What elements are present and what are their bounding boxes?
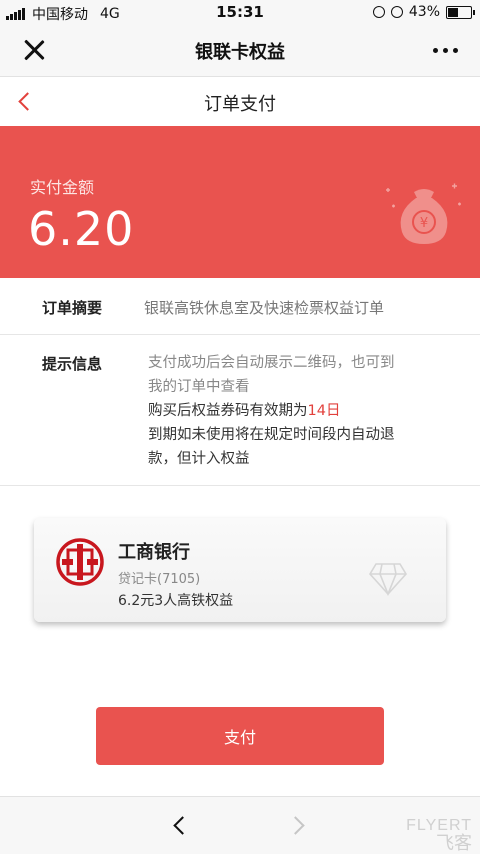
status-right: 43% xyxy=(372,4,475,20)
amount-value: 6.20 xyxy=(28,202,135,256)
watermark-line-2: 飞客 xyxy=(436,833,472,853)
card-benefit: 6.2元3人高铁权益 xyxy=(118,593,234,609)
status-bar: 中国移动 4G 15:31 43% xyxy=(0,0,480,24)
money-bag-icon: ¥ xyxy=(386,183,461,244)
more-icon[interactable] xyxy=(433,48,458,53)
diamond-icon xyxy=(369,563,407,596)
tip-line-2: 我的订单中查看 xyxy=(148,379,250,395)
page-title: 订单支付 xyxy=(204,94,276,115)
order-summary: 订单摘要 银联高铁休息室及快速检票权益订单 xyxy=(0,278,480,335)
order-summary-value: 银联高铁休息室及快速检票权益订单 xyxy=(144,299,385,317)
tip-line-3: 购买后权益券码有效期为14日 xyxy=(148,399,428,423)
app-bar: 银联卡权益 xyxy=(0,24,480,77)
rotation-lock-icon xyxy=(372,6,385,18)
back-icon[interactable] xyxy=(12,87,40,115)
tips-section: 提示信息 支付成功后会自动展示二维码，也可到 我的订单中查看 购买后权益券码有效… xyxy=(0,335,480,486)
watermark: FLYERT 飞客 xyxy=(406,817,472,853)
amount-banner: 实付金额 6.20 ¥ xyxy=(0,126,480,278)
battery-fill xyxy=(448,7,459,17)
tip-line-1: 支付成功后会自动展示二维码，也可到 xyxy=(148,355,395,371)
tip-validity-days: 14日 xyxy=(307,403,341,419)
alarm-icon xyxy=(390,6,403,18)
battery-icon xyxy=(446,5,475,19)
order-summary-label: 订单摘要 xyxy=(42,299,103,317)
tips-label: 提示信息 xyxy=(42,355,103,373)
tip-line-5: 款，但计入权益 xyxy=(148,451,250,467)
card-type: 贷记卡(7105) xyxy=(118,572,201,587)
watermark-line-1: FLYERT xyxy=(406,817,472,834)
bottom-nav: FLYERT 飞客 xyxy=(0,796,480,854)
page-nav: 订单支付 xyxy=(0,77,480,127)
close-icon[interactable] xyxy=(22,38,46,62)
nav-back-icon[interactable] xyxy=(168,813,192,837)
tips-text: 支付成功后会自动展示二维码，也可到 我的订单中查看 购买后权益券码有效期为14日… xyxy=(148,351,428,471)
amount-label: 实付金额 xyxy=(30,178,95,197)
bank-name: 工商银行 xyxy=(118,542,190,563)
app-title: 银联卡权益 xyxy=(195,42,285,63)
battery-percent: 43% xyxy=(408,4,440,20)
tip-validity-text: 购买后权益券码有效期为 xyxy=(148,403,308,419)
icbc-logo xyxy=(56,538,104,586)
svg-text:¥: ¥ xyxy=(420,216,428,231)
bank-card[interactable]: 工商银行 贷记卡(7105) 6.2元3人高铁权益 xyxy=(34,518,446,622)
pay-button[interactable]: 支付 xyxy=(96,707,384,765)
nav-forward-icon[interactable] xyxy=(288,813,312,837)
tip-line-4: 到期如未使用将在规定时间段内自动退 xyxy=(148,427,395,443)
